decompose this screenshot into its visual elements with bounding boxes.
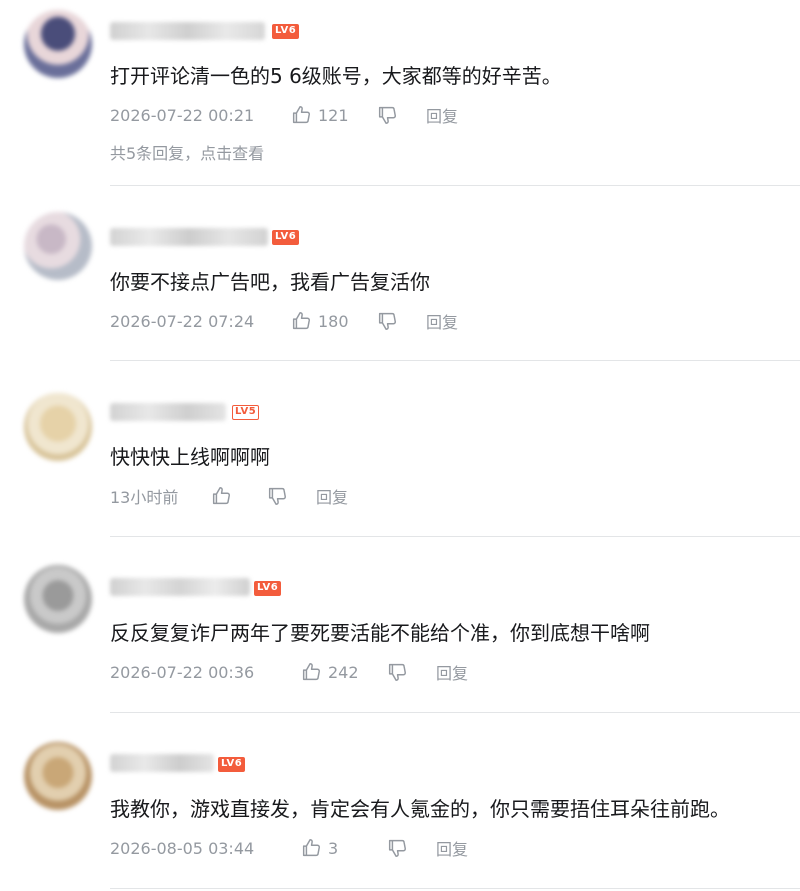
level-badge: LV6: [218, 757, 246, 772]
avatar[interactable]: [24, 742, 92, 810]
avatar[interactable]: [24, 565, 92, 633]
thumbs-down-icon: [388, 839, 406, 857]
comment-time: 13小时前: [110, 488, 179, 507]
dislike-button[interactable]: [266, 485, 316, 507]
comment-time: 2026-07-22 00:21: [110, 105, 255, 125]
comment-text: 我教你，游戏直接发，肯定会有人氪金的，你只需要捂住耳朵往前跑。: [110, 797, 730, 821]
reply-button[interactable]: 回复: [426, 309, 458, 333]
username[interactable]: [110, 228, 268, 246]
reply-button[interactable]: 回复: [426, 103, 458, 127]
reply-button[interactable]: 回复: [436, 836, 468, 860]
like-button[interactable]: 121: [290, 104, 376, 126]
comment-meta: 2026-07-22 00:36 242 回复: [110, 660, 468, 684]
reply-button[interactable]: 回复: [436, 660, 468, 684]
thumbs-up-icon: [302, 663, 320, 681]
thumbs-down-icon: [378, 312, 396, 330]
thumbs-down-icon: [378, 106, 396, 124]
divider: [110, 712, 800, 713]
thumbs-down-icon: [268, 487, 286, 505]
thumbs-up-icon: [212, 487, 230, 505]
comment-meta: 2026-07-22 00:21 121 回复: [110, 103, 458, 127]
like-button[interactable]: 3: [300, 837, 386, 859]
comment-time: 2026-07-22 07:24: [110, 311, 255, 331]
thumbs-up-icon: [292, 106, 310, 124]
comment-text: 反反复复诈尸两年了要死要活能不能给个准，你到底想干啥啊: [110, 621, 650, 645]
level-badge: LV6: [272, 24, 300, 39]
like-count: 3: [328, 838, 339, 858]
dislike-button[interactable]: [376, 310, 426, 332]
comment-text: 你要不接点广告吧，我看广告复活你: [110, 270, 430, 294]
level-badge: LV5: [232, 405, 260, 420]
thumbs-down-icon: [388, 663, 406, 681]
username[interactable]: [110, 578, 250, 596]
avatar[interactable]: [24, 212, 92, 280]
level-badge: LV6: [272, 230, 300, 245]
level-badge: LV6: [254, 581, 282, 596]
comment-text: 打开评论清一色的5 6级账号，大家都等的好辛苦。: [110, 64, 562, 88]
comment-time: 2026-08-05 03:44: [110, 838, 255, 858]
divider: [110, 888, 800, 889]
thumbs-up-icon: [302, 839, 320, 857]
comment-time: 2026-07-22 00:36: [110, 662, 255, 682]
divider: [110, 360, 800, 361]
like-count: 180: [318, 311, 349, 331]
dislike-button[interactable]: [386, 837, 436, 859]
comment-meta: 2026-08-05 03:44 3 回复: [110, 836, 468, 860]
avatar[interactable]: [24, 393, 92, 461]
username[interactable]: [110, 754, 214, 772]
divider: [110, 536, 800, 537]
avatar[interactable]: [24, 10, 92, 78]
comment-text: 快快快上线啊啊啊: [110, 445, 270, 469]
like-button[interactable]: [210, 485, 266, 507]
reply-button[interactable]: 回复: [316, 484, 348, 508]
view-replies-link[interactable]: 共5条回复，点击查看: [110, 140, 264, 164]
comment-meta: 2026-07-22 07:24 180 回复: [110, 309, 458, 333]
comment-meta: 13小时前 回复: [110, 484, 348, 508]
username[interactable]: [110, 22, 265, 40]
thumbs-up-icon: [292, 312, 310, 330]
like-count: 242: [328, 662, 359, 682]
like-button[interactable]: 180: [290, 310, 376, 332]
like-button[interactable]: 242: [300, 661, 386, 683]
like-count: 121: [318, 105, 349, 125]
dislike-button[interactable]: [386, 661, 436, 683]
username[interactable]: [110, 403, 226, 421]
divider: [110, 185, 800, 186]
dislike-button[interactable]: [376, 104, 426, 126]
